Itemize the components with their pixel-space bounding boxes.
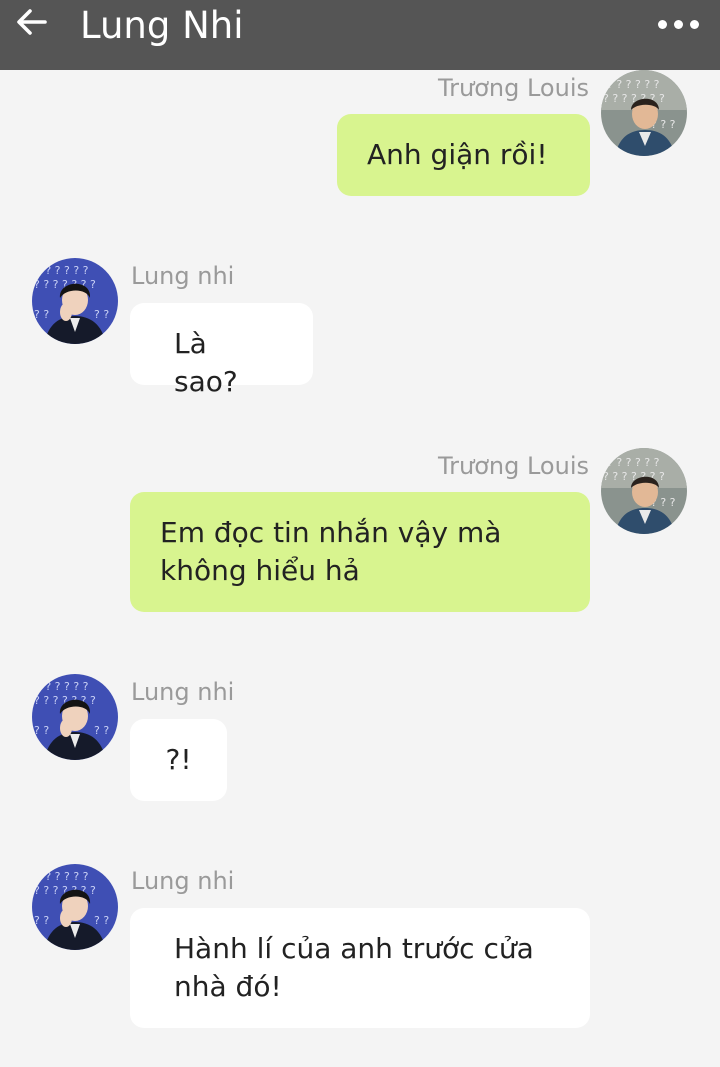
svg-text:? ? ? ? ? ?: ? ? ? ? ? ?: [36, 264, 89, 277]
more-dot: [673, 19, 683, 29]
avatar-truong-louis[interactable]: ? ? ? ? ? ? ? ? ? ? ? ? ? ? ? ?: [601, 448, 687, 534]
message-text: Anh giận rồi!: [367, 138, 548, 171]
svg-text:? ?: ? ?: [34, 308, 49, 321]
arrow-left-icon: [14, 4, 50, 44]
avatar-truong-louis[interactable]: ? ? ? ? ? ? ? ? ? ? ? ? ? ? ? ?: [601, 70, 687, 156]
header-bar: Lung Nhi: [0, 0, 720, 70]
message-text: ?!: [165, 743, 192, 776]
more-dot: [689, 19, 699, 29]
svg-text:? ? ? ? ? ?: ? ? ? ? ? ?: [36, 870, 89, 883]
more-horizontal-icon: [657, 19, 667, 29]
chat-title: Lung Nhi: [80, 4, 244, 47]
svg-text:? ? ? ? ? ?: ? ? ? ? ? ?: [36, 680, 89, 693]
svg-text:? ?: ? ?: [34, 724, 49, 737]
back-button[interactable]: [6, 0, 58, 48]
sender-name: Lung nhi: [131, 867, 235, 895]
message-text: Em đọc tin nhắn vậy mà không hiểu hả: [160, 516, 502, 587]
chat-screen: Lung Nhi Trương Louis ? ? ? ? ? ? ? ? ? …: [0, 0, 720, 1067]
svg-text:? ? ? ? ? ?: ? ? ? ? ? ?: [607, 456, 660, 469]
message-bubble-received[interactable]: Là sao?: [130, 303, 313, 398]
message-bubble-received[interactable]: Hành lí của anh trước cửa nhà đó!: [130, 908, 590, 1028]
message-text: Hành lí của anh trước cửa nhà đó!: [174, 932, 534, 1003]
message-text: Là sao?: [174, 327, 238, 398]
avatar-lung-nhi[interactable]: ? ? ? ? ? ? ? ? ? ? ? ? ? ? ? ? ?: [32, 674, 118, 760]
message-bubble-sent[interactable]: Em đọc tin nhắn vậy mà không hiểu hả: [130, 492, 590, 612]
svg-text:? ?: ? ?: [94, 914, 109, 927]
svg-text:? ?: ? ?: [94, 308, 109, 321]
svg-text:? ? ? ? ? ?: ? ? ? ? ? ?: [607, 78, 660, 91]
svg-text:? ?: ? ?: [94, 724, 109, 737]
message-bubble-received[interactable]: ?!: [130, 719, 227, 801]
avatar-lung-nhi[interactable]: ? ? ? ? ? ? ? ? ? ? ? ? ? ? ? ? ?: [32, 258, 118, 344]
more-options-button[interactable]: [650, 0, 706, 48]
sender-name: Lung nhi: [131, 678, 235, 706]
sender-name: Trương Louis: [438, 452, 589, 480]
svg-text:? ?: ? ?: [34, 914, 49, 927]
sender-name: Lung nhi: [131, 262, 235, 290]
sender-name: Trương Louis: [438, 74, 589, 102]
avatar-lung-nhi[interactable]: ? ? ? ? ? ? ? ? ? ? ? ? ? ? ? ? ?: [32, 864, 118, 950]
message-bubble-sent[interactable]: Anh giận rồi!: [337, 114, 590, 196]
